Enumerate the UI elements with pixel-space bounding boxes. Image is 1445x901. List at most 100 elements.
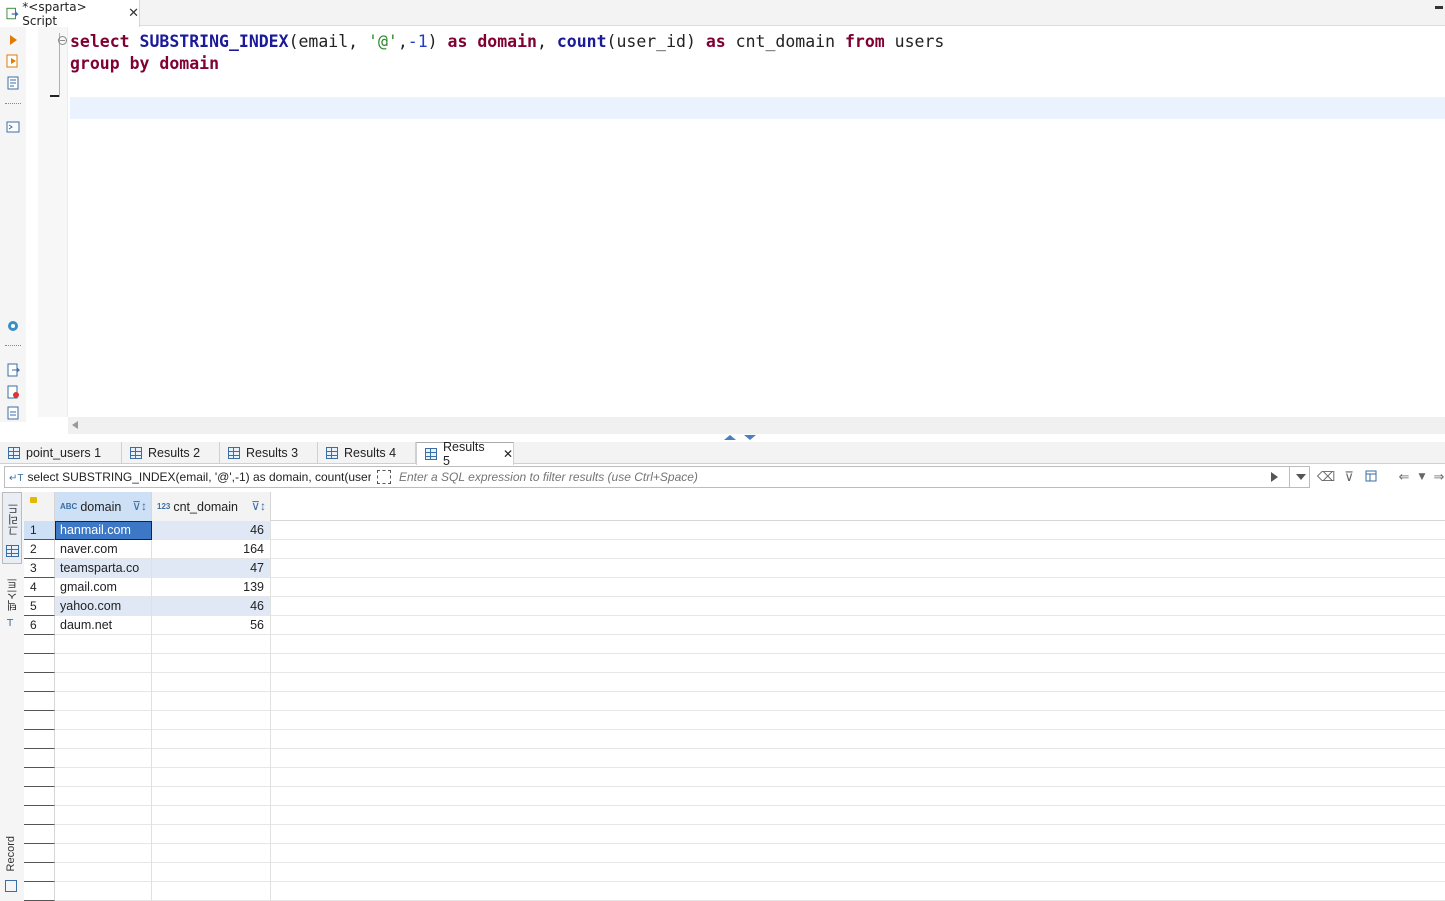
export-icon[interactable] bbox=[5, 362, 21, 378]
execute-script-icon[interactable] bbox=[5, 53, 21, 69]
script-file-icon[interactable] bbox=[5, 405, 21, 421]
code-text: cnt_domain bbox=[725, 32, 845, 51]
function-substring-index: SUBSTRING_INDEX bbox=[139, 32, 289, 51]
column-type-icon: ABC bbox=[60, 502, 78, 511]
keyword-select: select bbox=[70, 32, 130, 51]
apply-filter-icon[interactable] bbox=[1271, 472, 1278, 482]
current-line-highlight bbox=[70, 97, 1445, 119]
table-row[interactable]: 1 hanmail.com 46 bbox=[24, 521, 1445, 540]
scroll-left-icon[interactable] bbox=[72, 421, 78, 429]
cell-domain[interactable]: teamsparta.co bbox=[55, 559, 152, 578]
chevron-down-icon[interactable]: ▼ bbox=[1414, 469, 1430, 485]
cell-empty bbox=[55, 768, 152, 787]
empty-row bbox=[24, 844, 1445, 863]
table-row[interactable]: 5 yahoo.com 46 bbox=[24, 597, 1445, 616]
table-row[interactable]: 6 daum.net 56 bbox=[24, 616, 1445, 635]
row-number[interactable]: 3 bbox=[24, 559, 55, 578]
sql-editor[interactable]: select SUBSTRING_INDEX(email, '@',-1) as… bbox=[70, 31, 944, 75]
back-icon[interactable]: ⇐ bbox=[1396, 469, 1412, 485]
explain-plan-icon[interactable] bbox=[5, 75, 21, 91]
maximize-results-icon[interactable] bbox=[744, 435, 756, 440]
cell-domain[interactable]: naver.com bbox=[55, 540, 152, 559]
row-number[interactable]: 4 bbox=[24, 578, 55, 597]
cell-empty bbox=[152, 787, 271, 806]
toolbar-separator bbox=[5, 103, 21, 105]
clear-filter-icon[interactable]: ⊽ bbox=[1341, 469, 1357, 485]
cell-cnt-domain[interactable]: 56 bbox=[152, 616, 271, 635]
cell-domain[interactable]: daum.net bbox=[55, 616, 152, 635]
column-header-domain[interactable]: ABC domain ⊽↕ bbox=[55, 492, 152, 521]
editor-tab-script[interactable]: *<sparta> Script ✕ bbox=[0, 0, 140, 28]
tab-label: Results 3 bbox=[246, 446, 299, 460]
grid-icon bbox=[6, 545, 19, 557]
cell-cnt-domain[interactable]: 47 bbox=[152, 559, 271, 578]
editor-horizontal-scrollbar[interactable] bbox=[68, 417, 1445, 434]
filter-sort-icon[interactable]: ⊽↕ bbox=[132, 499, 147, 513]
cell-cnt-domain[interactable]: 46 bbox=[152, 521, 271, 540]
close-icon[interactable]: ✕ bbox=[503, 447, 513, 461]
filter-input[interactable] bbox=[399, 469, 1259, 485]
row-number[interactable]: 1 bbox=[24, 521, 55, 540]
maximize-editor-icon[interactable] bbox=[724, 435, 736, 440]
forward-icon[interactable]: ⇒ bbox=[1431, 469, 1445, 485]
tab-results-4[interactable]: Results 4 bbox=[318, 442, 416, 464]
empty-row bbox=[24, 787, 1445, 806]
expand-icon[interactable] bbox=[377, 470, 391, 484]
tab-point-users-1[interactable]: point_users 1 bbox=[0, 442, 122, 464]
view-tab-label: 텍스트 bbox=[7, 578, 19, 611]
empty-row bbox=[24, 806, 1445, 825]
fold-collapse-icon[interactable]: − bbox=[58, 36, 67, 45]
record-icon bbox=[5, 880, 17, 892]
column-header-cnt-domain[interactable]: 123 cnt_domain ⊽↕ bbox=[152, 492, 271, 521]
settings-gear-icon[interactable] bbox=[5, 318, 21, 334]
row-number[interactable]: 6 bbox=[24, 616, 55, 635]
empty-row bbox=[24, 825, 1445, 844]
tab-results-3[interactable]: Results 3 bbox=[220, 442, 318, 464]
query-text-label[interactable]: ↵T select SUBSTRING_INDEX(email, '@',-1) … bbox=[9, 470, 371, 484]
grid-header: ABC domain ⊽↕ 123 cnt_domain ⊽↕ bbox=[24, 492, 1445, 521]
minimize-icon[interactable] bbox=[1435, 6, 1443, 9]
cell-domain[interactable]: hanmail.com bbox=[55, 521, 152, 540]
row-number[interactable]: 2 bbox=[24, 540, 55, 559]
view-tab-text[interactable]: 텍스트 T bbox=[2, 578, 22, 638]
cell-cnt-domain[interactable]: 164 bbox=[152, 540, 271, 559]
table-row[interactable]: 2 naver.com 164 bbox=[24, 540, 1445, 559]
panel-splitter[interactable] bbox=[722, 434, 762, 442]
grid-icon bbox=[8, 447, 20, 459]
cell-empty bbox=[152, 654, 271, 673]
view-tab-record[interactable]: Record bbox=[2, 832, 22, 898]
row-number-empty bbox=[24, 768, 55, 787]
keyword-domain: domain bbox=[477, 32, 537, 51]
close-icon[interactable]: ✕ bbox=[128, 6, 139, 21]
table-row[interactable]: 4 gmail.com 139 bbox=[24, 578, 1445, 597]
eraser-icon[interactable]: ⌫ bbox=[1317, 469, 1335, 485]
row-number[interactable]: 5 bbox=[24, 597, 55, 616]
tab-results-2[interactable]: Results 2 bbox=[122, 442, 220, 464]
row-number-empty bbox=[24, 635, 55, 654]
cell-cnt-domain[interactable]: 46 bbox=[152, 597, 271, 616]
grid-icon bbox=[228, 447, 240, 459]
view-tab-grid[interactable]: 그리드 bbox=[2, 492, 22, 564]
cell-domain[interactable]: gmail.com bbox=[55, 578, 152, 597]
keyword-group-by: group by bbox=[70, 54, 150, 73]
cell-empty bbox=[55, 882, 152, 901]
grid-corner[interactable] bbox=[24, 492, 55, 521]
sql-query-icon: ↵T bbox=[9, 473, 24, 484]
terminal-icon[interactable] bbox=[5, 119, 21, 135]
filter-settings-icon[interactable] bbox=[1364, 469, 1380, 485]
results-view-tabs: 그리드 텍스트 T Record bbox=[0, 492, 24, 901]
code-line-2: group by domain bbox=[70, 54, 219, 73]
cell-domain[interactable]: yahoo.com bbox=[55, 597, 152, 616]
new-script-icon[interactable] bbox=[5, 384, 21, 400]
query-text: select SUBSTRING_INDEX(email, '@',-1) as… bbox=[27, 470, 372, 484]
cell-empty bbox=[152, 882, 271, 901]
execute-statement-icon[interactable] bbox=[5, 32, 21, 48]
table-row[interactable]: 3 teamsparta.co 47 bbox=[24, 559, 1445, 578]
filter-sort-icon[interactable]: ⊽↕ bbox=[251, 499, 266, 513]
cell-cnt-domain[interactable]: 139 bbox=[152, 578, 271, 597]
filter-history-dropdown[interactable] bbox=[1289, 467, 1311, 487]
tab-results-5[interactable]: Results 5 ✕ bbox=[416, 440, 514, 468]
lock-icon bbox=[30, 497, 37, 503]
